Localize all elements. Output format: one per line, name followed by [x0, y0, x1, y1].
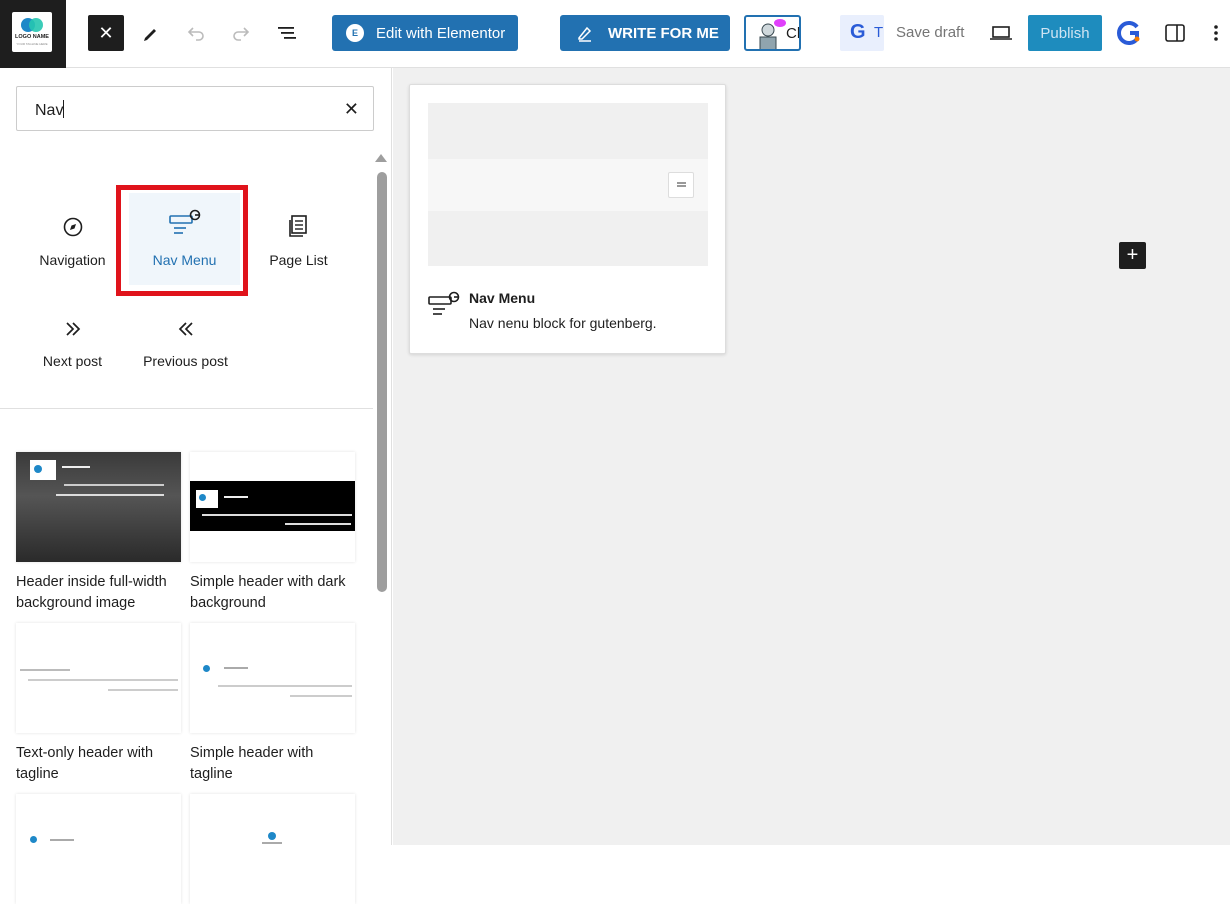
logo-tagline: YOUR TAGLINE HERE	[16, 42, 48, 46]
pen-icon	[578, 26, 592, 42]
preview-title: Nav Menu	[469, 290, 536, 306]
chatbot-label: Ch	[786, 25, 799, 42]
pattern-thumbnail	[190, 794, 355, 904]
search-value: Nav	[35, 102, 64, 119]
close-icon: ✕	[98, 22, 114, 43]
write-for-me-label: WRITE FOR ME	[608, 24, 719, 42]
pattern-label: Simple header with tagline	[190, 745, 314, 782]
block-previous-post[interactable]: Previous post	[129, 299, 242, 384]
block-label: Navigation	[39, 252, 106, 268]
settings-sidebar-toggle[interactable]	[1157, 15, 1193, 51]
block-label: Next post	[42, 353, 103, 369]
menu-toggle-icon	[668, 172, 694, 198]
sidebar-icon	[1165, 24, 1185, 42]
block-navigation[interactable]: Navigation	[16, 198, 129, 283]
close-inserter-button[interactable]: ✕	[88, 15, 124, 51]
publish-button[interactable]: Publish	[1028, 15, 1102, 51]
chevron-double-right-icon	[65, 322, 80, 336]
redo-icon	[233, 27, 250, 41]
block-page-list[interactable]: Page List	[242, 198, 355, 283]
list-view-icon	[278, 27, 296, 39]
edit-with-elementor-button[interactable]: E Edit with Elementor	[332, 15, 518, 51]
page-list-icon	[288, 215, 307, 237]
site-logo: LOGO NAME YOUR TAGLINE HERE	[12, 12, 52, 52]
block-label: Page List	[269, 252, 328, 268]
scrollbar-thumb[interactable]	[377, 172, 387, 592]
laptop-icon	[990, 26, 1012, 40]
grammarly-button[interactable]	[1111, 15, 1147, 51]
pattern-label: Simple header with dark background	[190, 574, 346, 611]
options-menu-button[interactable]	[1201, 15, 1230, 51]
pencil-tool-button[interactable]	[133, 15, 169, 51]
grammar-logo-icon: G	[850, 21, 866, 43]
editor-toolbar: LOGO NAME YOUR TAGLINE HERE ✕ E Edit wit…	[0, 0, 1230, 68]
chatbot-button[interactable]: Ch	[744, 15, 801, 51]
redo-button[interactable]	[223, 15, 259, 51]
grammar-tool-button[interactable]: G T	[840, 15, 884, 51]
block-search-input[interactable]: Nav ✕	[16, 86, 374, 131]
block-label: Previous post	[143, 353, 228, 369]
preview-description: Nav nenu block for gutenberg.	[469, 315, 657, 331]
add-block-button[interactable]: +	[1119, 242, 1146, 269]
site-logo-button[interactable]: LOGO NAME YOUR TAGLINE HERE	[0, 0, 66, 68]
plus-icon: +	[1126, 244, 1139, 266]
pattern-thumbnail	[190, 452, 355, 562]
pattern-label: Text-only header with tagline	[16, 745, 154, 782]
grammar-tool-label: T	[874, 24, 884, 41]
logo-text: LOGO NAME	[15, 34, 49, 40]
block-next-post[interactable]: Next post	[16, 299, 129, 384]
pattern-thumbnail	[190, 623, 355, 733]
selection-highlight-box	[116, 185, 248, 296]
pattern-thumbnail	[16, 623, 181, 733]
elementor-icon: E	[346, 24, 364, 42]
undo-icon	[187, 27, 204, 41]
scroll-up-arrow[interactable]	[375, 154, 387, 162]
undo-button[interactable]	[178, 15, 214, 51]
document-overview-button[interactable]	[269, 15, 305, 51]
pencil-icon	[144, 29, 156, 41]
more-vertical-icon	[1214, 25, 1218, 41]
grammarly-g-icon	[1117, 21, 1140, 45]
pattern-thumbnail	[16, 794, 181, 904]
block-inserter-panel: Nav ✕ Navigation Nav Menu Page List Next…	[0, 68, 392, 904]
pattern-label: Header inside full-width background imag…	[16, 574, 167, 611]
save-draft-button[interactable]: Save draft	[896, 24, 964, 41]
nav-menu-icon	[428, 291, 460, 315]
write-for-me-button[interactable]: WRITE FOR ME	[560, 15, 730, 51]
clear-search-icon[interactable]: ✕	[344, 99, 359, 120]
block-preview-card: Nav Menu Nav nenu block for gutenberg.	[409, 84, 726, 354]
preview-button[interactable]	[983, 15, 1019, 51]
pattern-thumbnail	[16, 452, 181, 562]
chevron-double-left-icon	[178, 322, 193, 336]
section-divider	[0, 408, 373, 409]
robot-avatar-icon	[759, 19, 786, 49]
edit-with-elementor-label: Edit with Elementor	[376, 24, 506, 42]
compass-icon	[63, 217, 82, 237]
